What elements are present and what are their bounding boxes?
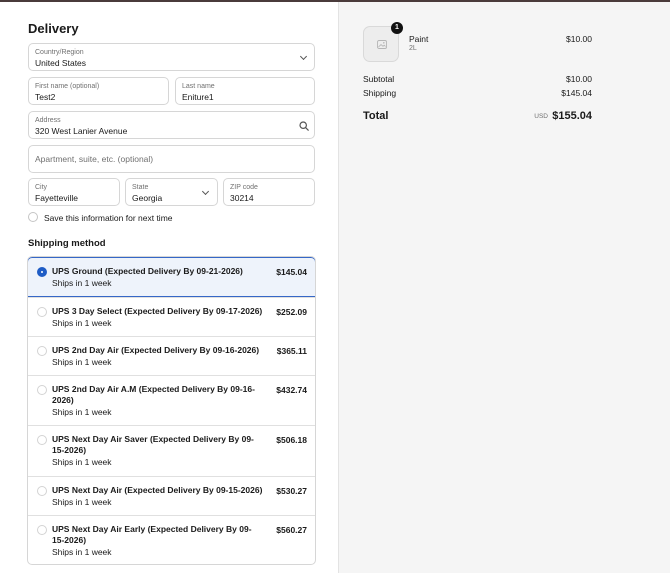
delivery-panel: Delivery Country/Region United States Fi… <box>0 2 338 573</box>
shipping-option-title: UPS Ground (Expected Delivery By 09-21-2… <box>52 266 243 276</box>
shipping-option-ups-2nd-day-air-am[interactable]: UPS 2nd Day Air A.M (Expected Delivery B… <box>28 375 315 425</box>
address-field[interactable]: Address 320 West Lanier Avenue <box>28 111 315 139</box>
city-field[interactable]: City Fayetteville <box>28 178 120 206</box>
total-value: $155.04 <box>552 110 592 122</box>
first-name-label: First name (optional) <box>35 83 100 90</box>
shipping-method-heading: Shipping method <box>28 238 106 249</box>
shipping-option-subtitle: Ships in 1 week <box>52 547 112 557</box>
shipping-option-title: UPS 3 Day Select (Expected Delivery By 0… <box>52 306 263 316</box>
shipping-option-price: $560.27 <box>276 525 307 535</box>
zip-label: ZIP code <box>230 184 258 191</box>
shipping-option-subtitle: Ships in 1 week <box>52 457 112 467</box>
shipping-option-subtitle: Ships in 1 week <box>52 407 112 417</box>
shipping-option-title: UPS Next Day Air Early (Expected Deliver… <box>52 524 252 545</box>
country-value: United States <box>35 58 87 68</box>
shipping-option-ups-2nd-day-air[interactable]: UPS 2nd Day Air (Expected Delivery By 09… <box>28 336 315 375</box>
shipping-option-price: $145.04 <box>276 267 307 277</box>
shipping-option-price: $530.27 <box>276 486 307 496</box>
city-value: Fayetteville <box>35 193 78 203</box>
search-icon[interactable] <box>299 121 309 131</box>
shipping-label: Shipping <box>363 88 397 98</box>
shipping-options: UPS Ground (Expected Delivery By 09-21-2… <box>27 256 316 565</box>
radio-selected-icon[interactable] <box>37 267 47 277</box>
subtotal-value: $10.00 <box>566 74 592 84</box>
shipping-option-price: $252.09 <box>276 307 307 317</box>
shipping-option-ups-next-day-air[interactable]: UPS Next Day Air (Expected Delivery By 0… <box>28 476 315 515</box>
radio-icon[interactable] <box>37 486 47 496</box>
first-name-value: Test2 <box>35 92 56 102</box>
address-label: Address <box>35 117 61 124</box>
zip-field[interactable]: ZIP code 30214 <box>223 178 315 206</box>
shipping-option-title: UPS 2nd Day Air (Expected Delivery By 09… <box>52 345 260 355</box>
shipping-option-subtitle: Ships in 1 week <box>52 318 112 328</box>
shipping-option-ups-next-day-air-saver[interactable]: UPS Next Day Air Saver (Expected Deliver… <box>28 425 315 476</box>
order-summary-panel: 1 Paint 2L $10.00 Subtotal $10.00 Shippi… <box>338 2 670 573</box>
subtotal-label: Subtotal <box>363 74 395 84</box>
shipping-option-subtitle: Ships in 1 week <box>52 278 112 288</box>
state-value: Georgia <box>132 193 163 203</box>
radio-icon[interactable] <box>37 435 47 445</box>
shipping-option-title: UPS Next Day Air (Expected Delivery By 0… <box>52 485 263 495</box>
address-value: 320 West Lanier Avenue <box>35 126 128 136</box>
product-variant: 2L <box>409 45 417 52</box>
radio-icon[interactable] <box>37 307 47 317</box>
country-select[interactable]: Country/Region United States <box>28 43 315 71</box>
product-name: Paint <box>409 34 429 44</box>
chevron-down-icon <box>299 52 308 61</box>
city-label: City <box>35 184 48 191</box>
shipping-value: $145.04 <box>561 88 592 98</box>
last-name-label: Last name <box>182 83 215 90</box>
shipping-option-title: UPS Next Day Air Saver (Expected Deliver… <box>52 434 254 455</box>
save-info-label: Save this information for next time <box>44 213 173 223</box>
total-label: Total <box>363 110 389 122</box>
delivery-heading: Delivery <box>28 21 79 36</box>
apartment-placeholder: Apartment, suite, etc. (optional) <box>35 154 154 164</box>
currency-code: USD <box>534 113 548 120</box>
image-placeholder-icon <box>377 40 387 49</box>
last-name-value: Eniture1 <box>182 92 214 102</box>
save-info-checkbox[interactable] <box>28 212 38 222</box>
shipping-option-title: UPS 2nd Day Air A.M (Expected Delivery B… <box>52 384 255 405</box>
quantity-badge: 1 <box>391 22 403 34</box>
zip-value: 30214 <box>230 193 254 203</box>
radio-icon[interactable] <box>37 385 47 395</box>
shipping-option-subtitle: Ships in 1 week <box>52 497 112 507</box>
shipping-option-ups-ground[interactable]: UPS Ground (Expected Delivery By 09-21-2… <box>28 257 315 297</box>
shipping-option-ups-3-day-select[interactable]: UPS 3 Day Select (Expected Delivery By 0… <box>28 297 315 336</box>
radio-icon[interactable] <box>37 525 47 535</box>
last-name-field[interactable]: Last name Eniture1 <box>175 77 315 105</box>
shipping-option-subtitle: Ships in 1 week <box>52 357 112 367</box>
product-price: $10.00 <box>566 34 592 44</box>
first-name-field[interactable]: First name (optional) Test2 <box>28 77 169 105</box>
radio-icon[interactable] <box>37 346 47 356</box>
apartment-field[interactable]: Apartment, suite, etc. (optional) <box>28 145 315 173</box>
shipping-option-ups-next-day-air-early[interactable]: UPS Next Day Air Early (Expected Deliver… <box>28 515 315 564</box>
shipping-option-price: $365.11 <box>276 346 307 356</box>
country-label: Country/Region <box>35 49 84 56</box>
state-select[interactable]: State Georgia <box>125 178 218 206</box>
shipping-option-price: $432.74 <box>276 385 307 395</box>
chevron-down-icon <box>201 187 210 196</box>
shipping-option-price: $506.18 <box>276 435 307 445</box>
state-label: State <box>132 184 149 191</box>
